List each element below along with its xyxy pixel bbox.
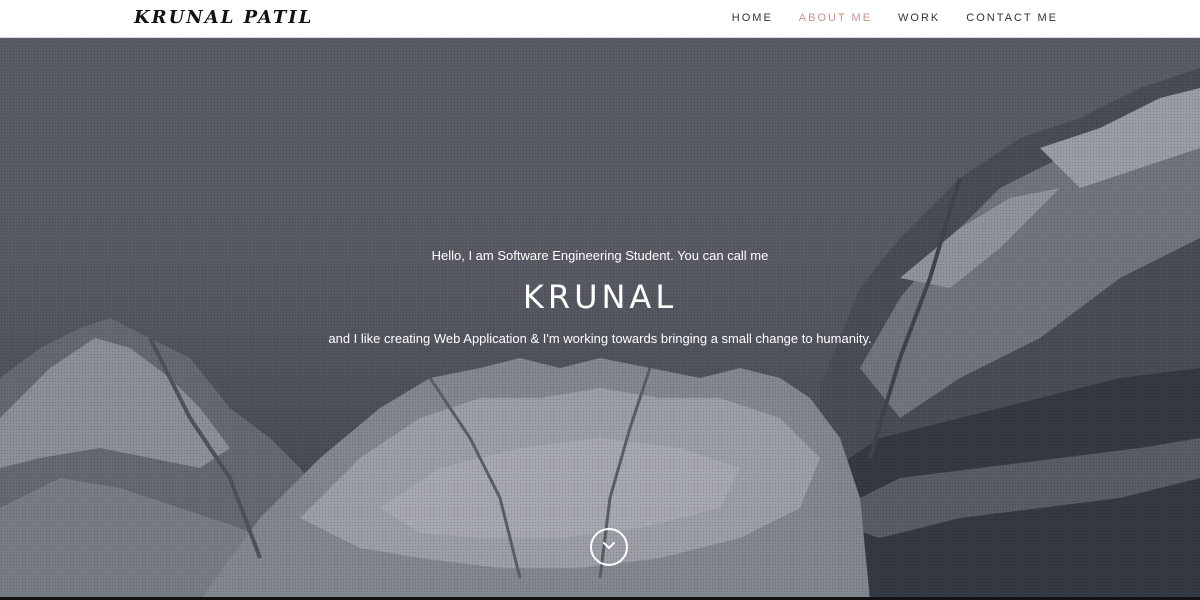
hero-section: Hello, I am Software Engineering Student… xyxy=(0,38,1200,600)
page: KRUNAL PATIL HOME ABOUT ME WORK CONTACT … xyxy=(0,0,1200,600)
nav-menu: HOME ABOUT ME WORK CONTACT ME xyxy=(732,0,1058,36)
hero-intro-text: Hello, I am Software Engineering Student… xyxy=(431,248,769,263)
scroll-down-button[interactable] xyxy=(590,528,628,566)
nav-item-home[interactable]: HOME xyxy=(732,12,773,24)
hero-name-heading: KRUNAL xyxy=(522,278,678,316)
nav-item-about-me[interactable]: ABOUT ME xyxy=(799,12,872,24)
chevron-down-icon xyxy=(602,538,616,556)
hero-tagline-text: and I like creating Web Application & I'… xyxy=(328,331,872,346)
hero-overlay xyxy=(0,38,1200,600)
navbar: KRUNAL PATIL HOME ABOUT ME WORK CONTACT … xyxy=(0,0,1200,38)
nav-item-work[interactable]: WORK xyxy=(898,12,940,24)
brand-logo[interactable]: KRUNAL PATIL xyxy=(134,7,313,28)
nav-item-contact-me[interactable]: CONTACT ME xyxy=(966,12,1058,24)
